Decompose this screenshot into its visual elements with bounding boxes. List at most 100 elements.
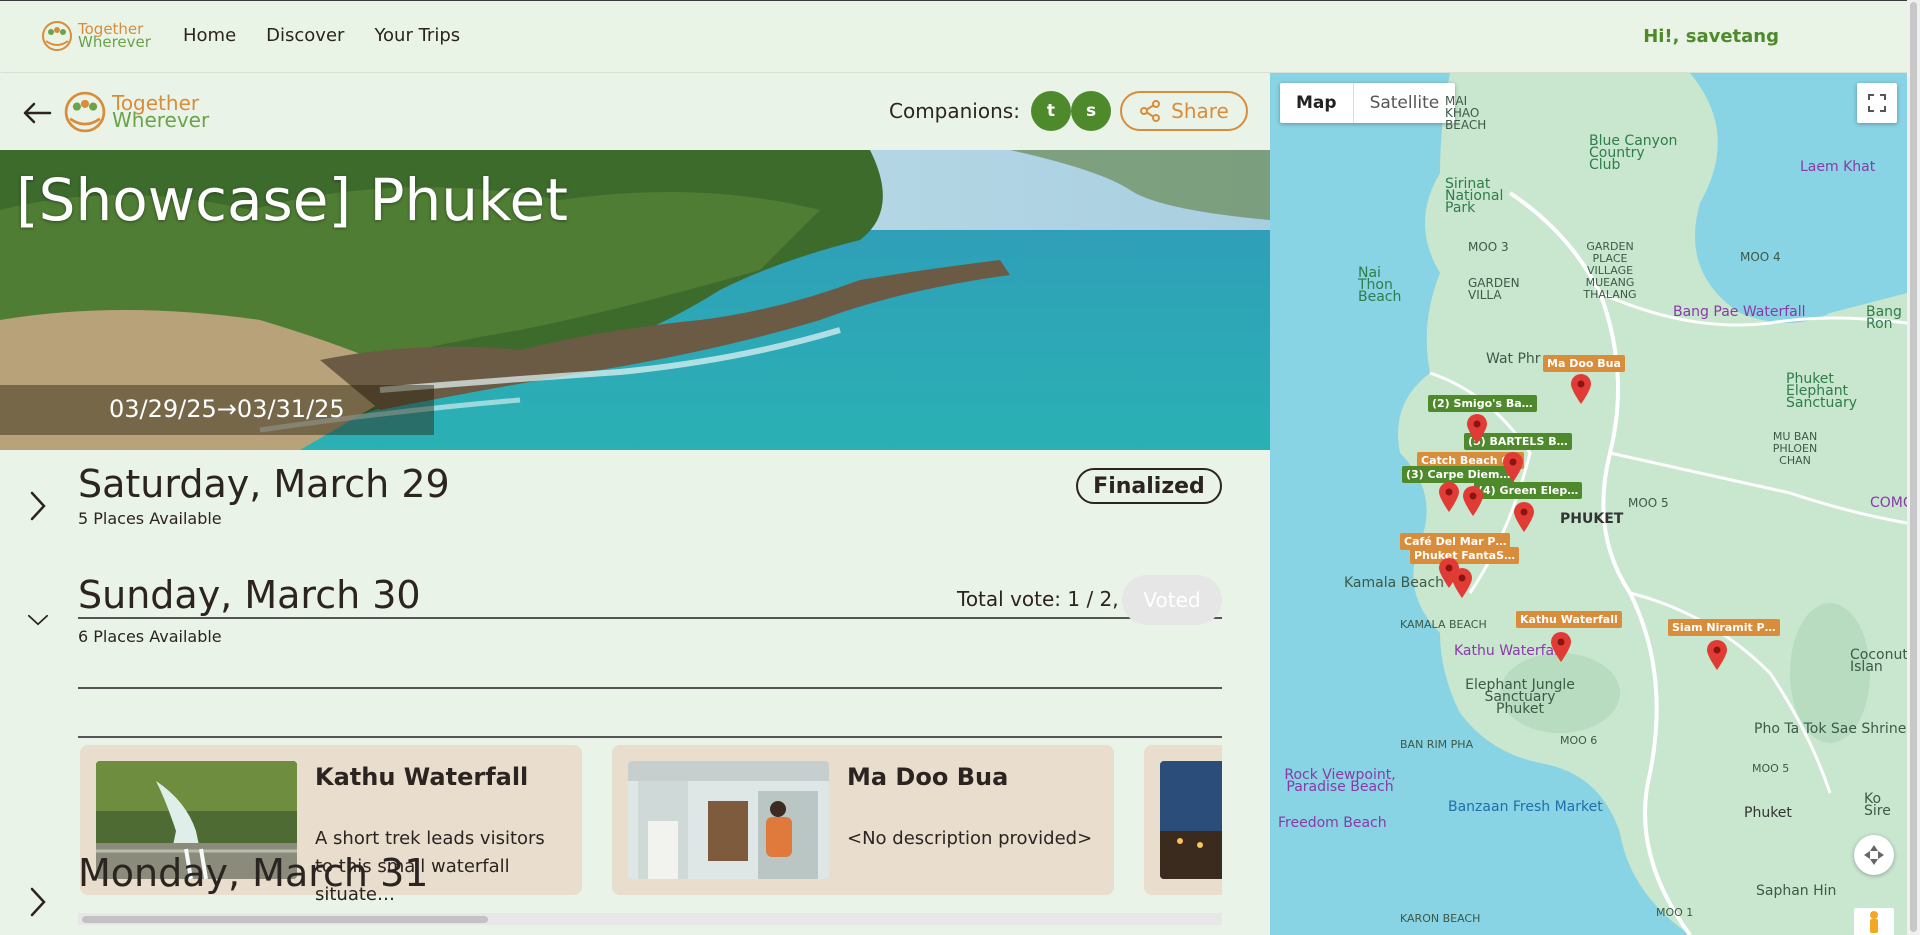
map-label: MOO 4 [1740, 250, 1781, 264]
map-pin-label[interactable]: (4) Green Elep… [1474, 482, 1583, 499]
map-label: Bang Ron [1866, 304, 1902, 332]
nav-discover[interactable]: Discover [266, 25, 344, 46]
place-card[interactable] [1144, 745, 1222, 895]
day-divider [78, 617, 1222, 619]
map-label: Wat Phr [1486, 351, 1541, 367]
day-title: Sunday, March 30 [78, 573, 421, 617]
companions-label: Companions: [889, 99, 1020, 123]
map-label: MAI KHAO BEACH [1445, 94, 1487, 132]
cards-divider [78, 687, 1222, 689]
night-market-photo [1160, 761, 1222, 879]
fullscreen-button[interactable] [1857, 83, 1897, 123]
map-pin-label[interactable]: Kathu Waterfall [1516, 611, 1622, 628]
companion-avatar-t[interactable]: t [1031, 91, 1071, 131]
nav-home[interactable]: Home [183, 25, 236, 46]
scroll-thumb[interactable] [82, 916, 488, 923]
map-label: MOO 6 [1560, 734, 1598, 747]
share-button[interactable]: Share [1120, 91, 1248, 131]
map-label: Coconut Islan [1850, 647, 1907, 675]
trip-hero-image: [Showcase] Phuket 03/29/25→03/31/25 [0, 150, 1270, 450]
map-label: Phuket Elephant Sanctuary [1786, 371, 1858, 411]
cards-horizontal-scrollbar[interactable] [78, 913, 1222, 927]
map-pin-icon[interactable] [1550, 631, 1572, 663]
map-label: PHUKET [1560, 511, 1624, 527]
voted-button[interactable]: Voted [1122, 575, 1222, 625]
map-label: Nai Thon Beach [1358, 265, 1402, 305]
map-label: Rock Viewpoint, Paradise Beach [1284, 767, 1396, 795]
street-view-pegman[interactable] [1854, 908, 1894, 935]
nav-your-trips[interactable]: Your Trips [374, 25, 460, 46]
day-title: Monday, March 31 [78, 851, 429, 895]
map-label: Freedom Beach [1278, 815, 1387, 831]
map-pin-icon[interactable] [1570, 373, 1592, 405]
brand-line-2: Wherever [78, 33, 151, 51]
place-title: Ma Doo Bua [847, 763, 1009, 791]
day-title: Saturday, March 29 [78, 462, 450, 506]
cafe-photo [628, 761, 829, 879]
day-places-count: 6 Places Available [78, 627, 222, 646]
map-label: MU BAN PHLOEN CHAN [1772, 430, 1818, 467]
trip-dates: 03/29/25→03/31/25 [0, 385, 434, 435]
map-label: MOO 5 [1628, 496, 1669, 510]
map-label: Blue Canyon Country Club [1589, 133, 1678, 173]
map-label: COMC [1870, 495, 1907, 511]
vote-total: Total vote: 1 / 2, [957, 587, 1119, 611]
map-label: Phuket [1744, 805, 1792, 821]
trip-brand-line-2: Wherever [112, 108, 210, 132]
share-label: Share [1171, 99, 1229, 123]
chevron-right-icon[interactable] [26, 489, 50, 523]
page-vertical-scrollbar[interactable] [1907, 0, 1920, 935]
fullscreen-icon [1868, 94, 1886, 112]
map-type-satellite[interactable]: Satellite [1352, 83, 1456, 123]
place-card[interactable]: Ma Doo Bua <No description provided> [612, 745, 1114, 895]
map-label: Banzaan Fresh Market [1448, 799, 1603, 815]
map-label: KARON BEACH [1400, 912, 1481, 925]
pegman-icon [1870, 911, 1878, 933]
map-pin-label[interactable]: Ma Doo Bua [1543, 355, 1625, 372]
map-label: MOO 5 [1752, 762, 1790, 775]
map-type-toggle: Map Satellite [1280, 83, 1456, 123]
map-pin-icon[interactable] [1451, 567, 1473, 599]
place-title: Kathu Waterfall [315, 763, 529, 791]
map-type-map[interactable]: Map [1280, 83, 1353, 123]
trip-brand-wordmark: Together Wherever [112, 93, 210, 132]
map-rotate-control[interactable] [1854, 835, 1894, 875]
status-badge-finalized: Finalized [1076, 468, 1222, 504]
brand-logo[interactable]: Together Wherever [40, 19, 151, 53]
trip-map[interactable]: Map Satellite MAI KHAO BEACH Blue Canyon… [1270, 73, 1907, 935]
map-pin-icon[interactable] [1513, 501, 1535, 533]
logo-icon [42, 21, 72, 51]
map-label: Bang Pae Waterfall [1673, 304, 1806, 320]
chevron-down-icon[interactable] [26, 603, 50, 637]
map-label: MOO 1 [1656, 906, 1694, 919]
map-label: Sirinat National Park [1445, 176, 1504, 216]
map-pin-icon[interactable] [1438, 481, 1460, 513]
map-pin-label[interactable]: (2) Smigo's Ba… [1428, 395, 1537, 412]
map-label: KAMALA BEACH [1400, 618, 1487, 631]
map-label: Laem Khat [1800, 159, 1876, 175]
map-pin-icon[interactable] [1502, 451, 1524, 483]
logo-icon [64, 91, 106, 133]
map-pin-icon[interactable] [1706, 639, 1728, 671]
brand-wordmark: Together Wherever [78, 22, 151, 51]
place-thumbnail [628, 761, 829, 879]
map-pin-label[interactable]: Phuket FantaS… [1410, 547, 1520, 564]
companion-avatar-s[interactable]: s [1071, 91, 1111, 131]
scroll-thumb[interactable] [1910, 2, 1917, 932]
map-pin-label[interactable]: Siam Niramit P… [1668, 619, 1780, 636]
map-label: Elephant Jungle Sanctuary Phuket [1465, 677, 1575, 717]
trip-panel: Together Wherever Companions: t s Share [0, 73, 1270, 935]
map-label: Saphan Hin [1756, 883, 1837, 899]
place-description: <No description provided> [847, 828, 1093, 849]
map-pin-icon[interactable] [1462, 485, 1484, 517]
day-divider [78, 736, 1222, 738]
back-arrow-icon[interactable] [22, 101, 52, 125]
trip-header: Together Wherever Companions: t s Share [0, 73, 1270, 149]
map-label: Ko Sire [1864, 791, 1891, 819]
map-pin-icon[interactable] [1466, 413, 1488, 445]
top-navbar: Together Wherever Home Discover Your Tri… [0, 0, 1920, 72]
user-greeting[interactable]: Hi!, savetang [1643, 26, 1779, 47]
compass-icon [1864, 845, 1884, 865]
map-label: GARDEN PLACE VILLAGE MUEANG THALANG [1583, 240, 1637, 301]
chevron-right-icon[interactable] [26, 885, 50, 919]
